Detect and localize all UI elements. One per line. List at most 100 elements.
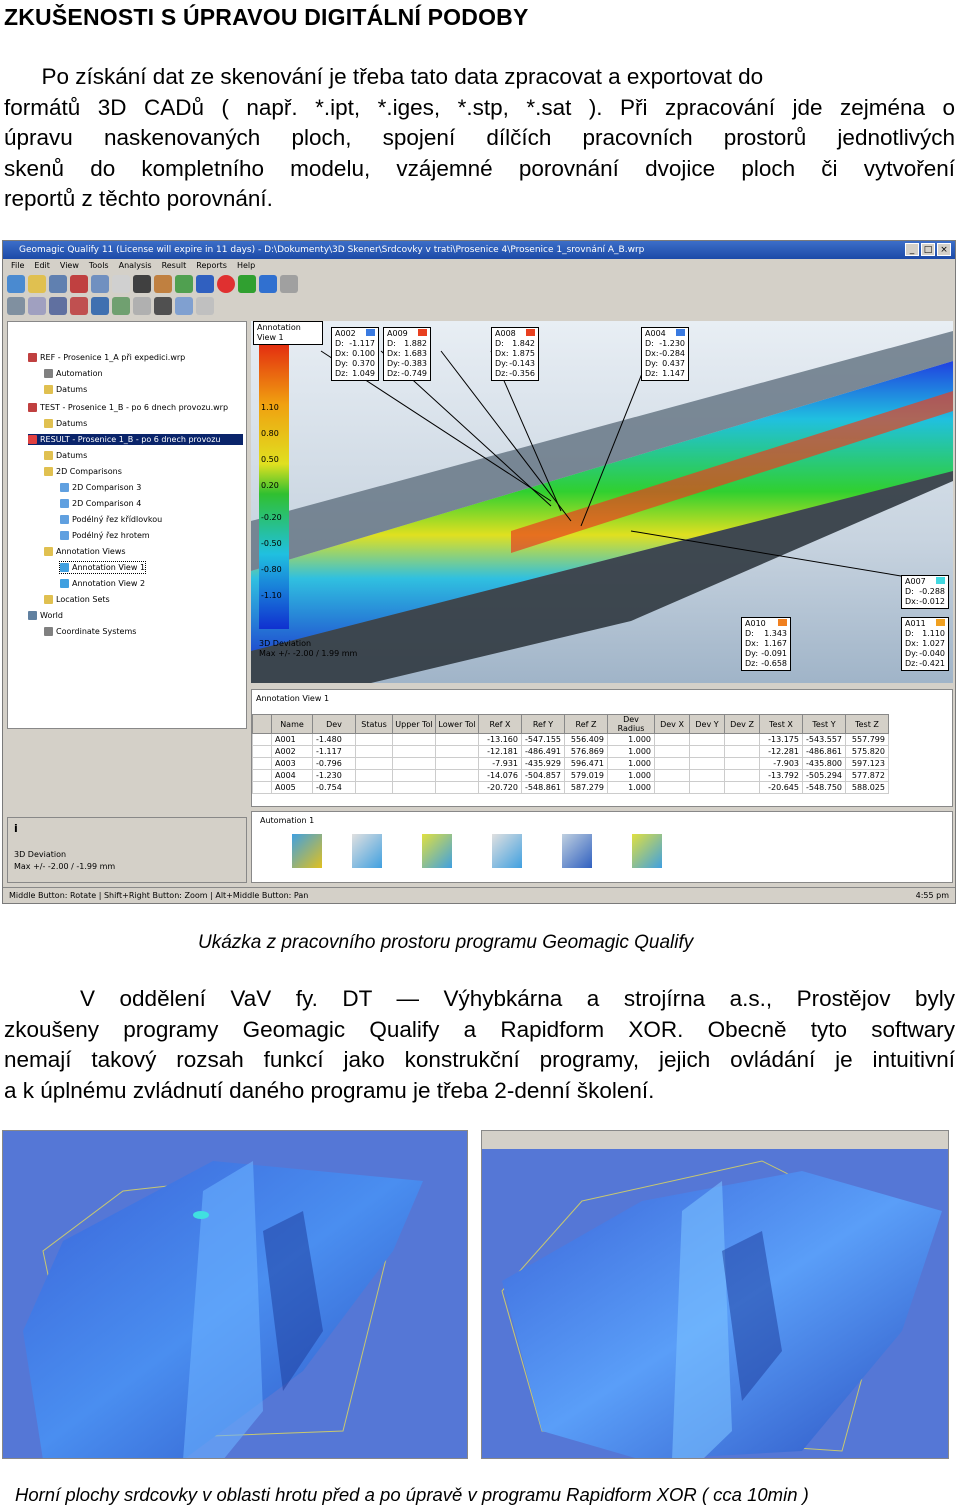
legend-label: 1.10: [261, 403, 279, 412]
automation-step-icon[interactable]: [492, 834, 522, 868]
info-icon[interactable]: i: [14, 822, 18, 835]
section-icon[interactable]: [49, 297, 67, 315]
tree-item-location-sets[interactable]: Location Sets: [44, 594, 110, 605]
caption-1: Ukázka z pracovního prostoru programu Ge…: [198, 932, 694, 953]
table-cell: A001: [271, 733, 313, 746]
table-cell: [689, 781, 725, 794]
annotate-icon[interactable]: [91, 297, 109, 315]
select-icon[interactable]: [91, 275, 109, 293]
row-handle[interactable]: [252, 733, 272, 746]
close-icon[interactable]: ×: [937, 243, 951, 256]
automation-step-icon[interactable]: [632, 834, 662, 868]
row-handle[interactable]: [252, 757, 272, 770]
new-file-icon[interactable]: [7, 275, 25, 293]
menu-edit[interactable]: Edit: [34, 259, 50, 273]
tree-item-section-1[interactable]: Podélný řez křídlovkou: [60, 514, 162, 525]
3d-viewport[interactable]: Annotation View 1 1.10 0.80 0.50 0.20 -0…: [251, 321, 953, 683]
record-icon[interactable]: [217, 275, 235, 293]
table-row[interactable]: A002 -1.117 -12.181 -486.491 576.869 1.000 -12…: [252, 745, 889, 758]
tree-item-automation[interactable]: Automation: [44, 368, 103, 379]
mesh-icon[interactable]: [175, 275, 193, 293]
annotation-box[interactable]: A004 D: -1.230 Dx: -0.284 Dy: 0.437 Dz: 1.14…: [641, 327, 689, 381]
tree-item-result[interactable]: RESULT - Prosenice 1_B - po 6 dnech prov…: [28, 434, 243, 445]
table-cell: [355, 781, 393, 794]
table-cell: [654, 781, 690, 794]
table-cell: -14.076: [478, 769, 522, 782]
play-icon[interactable]: [238, 275, 256, 293]
report-icon[interactable]: [112, 297, 130, 315]
annotation-box[interactable]: A011 D: 1.110 Dx: 1.027 Dy: -0.040 Dz: -0.42…: [901, 617, 949, 671]
annotation-box[interactable]: A008 D: 1.842 Dx: 1.875 Dy: -0.143 Dz: -0.35…: [491, 327, 539, 381]
tree-item-section-2[interactable]: Podélný řez hrotem: [60, 530, 150, 541]
tree-item-datums[interactable]: Datums: [44, 418, 87, 429]
annotation-view-tab[interactable]: Annotation View 1: [253, 321, 323, 345]
minimize-icon[interactable]: _: [905, 243, 919, 256]
menu-tools[interactable]: Tools: [89, 259, 109, 273]
table-cell: 597.123: [845, 757, 889, 770]
legend-label: 0.50: [261, 455, 279, 464]
annotation-box[interactable]: A007 D: -0.288 Dx: -0.012: [901, 575, 949, 609]
brush-icon[interactable]: [154, 275, 172, 293]
menu-help[interactable]: Help: [237, 259, 255, 273]
tree-item-annotation-view-1[interactable]: Annotation View 1: [58, 561, 147, 574]
maximize-icon[interactable]: □: [921, 243, 935, 256]
color-swatch: [418, 329, 427, 336]
table-row[interactable]: A001 -1.480 -13.160 -547.155 556.409 1.000 -13…: [252, 733, 889, 746]
tree-item-2d-comparison-4[interactable]: 2D Comparison 4: [60, 498, 141, 509]
automation-step-icon[interactable]: [352, 834, 382, 868]
table-cell: [654, 745, 690, 758]
zoom-icon[interactable]: [112, 275, 130, 293]
menu-file[interactable]: File: [11, 259, 24, 273]
camera-icon[interactable]: [133, 275, 151, 293]
tree-item-2d-comparisons[interactable]: 2D Comparisons: [44, 466, 122, 477]
table-cell: 588.025: [845, 781, 889, 794]
window-title: Geomagic Qualify 11 (License will expire…: [3, 241, 955, 259]
compare-icon[interactable]: [28, 297, 46, 315]
menu-reports[interactable]: Reports: [196, 259, 227, 273]
table-cell: [355, 769, 393, 782]
table-cell: -505.294: [802, 769, 846, 782]
row-handle[interactable]: [252, 781, 272, 794]
annotation-box[interactable]: A010 D: 1.343 Dx: 1.167 Dy: -0.091 Dz: -0.65…: [741, 617, 791, 671]
row-handle[interactable]: [252, 769, 272, 782]
settings-icon[interactable]: [280, 275, 298, 293]
tree-item-world[interactable]: World: [28, 610, 63, 621]
automation-step-icon[interactable]: [292, 834, 322, 868]
deviation-icon[interactable]: [70, 297, 88, 315]
table-cell: -543.557: [802, 733, 846, 746]
menu-analysis[interactable]: Analysis: [119, 259, 152, 273]
menu-result[interactable]: Result: [162, 259, 187, 273]
menu-view[interactable]: View: [60, 259, 79, 273]
open-file-icon[interactable]: [28, 275, 46, 293]
table-cell: [435, 733, 479, 746]
datum-icon[interactable]: [196, 297, 214, 315]
model-manager-tree: REF - Prosenice 1_A při expedici.wrp Aut…: [7, 321, 247, 729]
annotation-box[interactable]: A009 D: 1.882 Dx: 1.683 Dy: -0.383 Dz: -0.74…: [383, 327, 431, 381]
cube-icon[interactable]: [259, 275, 277, 293]
automation-step-icon[interactable]: [422, 834, 452, 868]
tree-item-datums[interactable]: Datums: [44, 384, 87, 395]
automation-step-icon[interactable]: [562, 834, 592, 868]
save-icon[interactable]: [49, 275, 67, 293]
tree-item-datums[interactable]: Datums: [44, 450, 87, 461]
tree-item-ref[interactable]: REF - Prosenice 1_A při expedici.wrp: [28, 352, 185, 363]
align-icon[interactable]: [7, 297, 25, 315]
tree-item-annotation-views[interactable]: Annotation Views: [44, 546, 126, 557]
gdt-icon[interactable]: [175, 297, 193, 315]
tree-item-annotation-view-2[interactable]: Annotation View 2: [60, 578, 145, 589]
table-row[interactable]: A003 -0.796 -7.931 -435.929 596.471 1.000 -7.9…: [252, 757, 889, 770]
table-row[interactable]: A004 -1.230 -14.076 -504.857 579.019 1.000 -13…: [252, 769, 889, 782]
undo-icon[interactable]: [70, 275, 88, 293]
measure-icon[interactable]: [133, 297, 151, 315]
annotation-box[interactable]: A002 D: -1.117 Dx: 0.100 Dy: 0.370 Dz: 1.049: [331, 327, 379, 381]
row-handle[interactable]: [252, 745, 272, 758]
table-cell: [689, 745, 725, 758]
view-icon[interactable]: [196, 275, 214, 293]
tree-item-test[interactable]: TEST - Prosenice 1_B - po 6 dnech provoz…: [28, 402, 228, 413]
tree-item-2d-comparison-3[interactable]: 2D Comparison 3: [60, 482, 141, 493]
table-row[interactable]: A005 -0.754 -20.720 -548.861 587.279 1.000 -20…: [252, 781, 889, 794]
tree-item-coordinate-systems[interactable]: Coordinate Systems: [44, 626, 136, 637]
dimension-icon[interactable]: [154, 297, 172, 315]
table-cell: -1.117: [312, 745, 356, 758]
table-cell: -0.754: [312, 781, 356, 794]
